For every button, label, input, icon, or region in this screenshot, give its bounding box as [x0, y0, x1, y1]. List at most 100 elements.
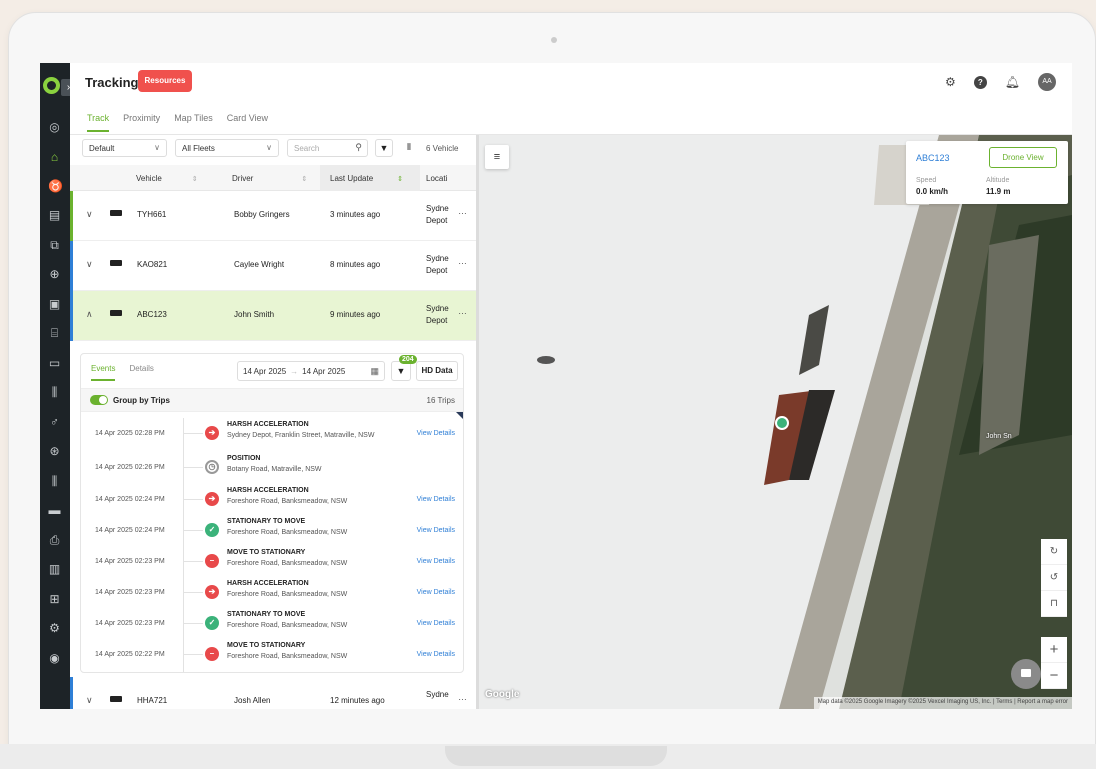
integrations-icon[interactable]: ⚙: [48, 622, 61, 635]
truck-icon: [110, 210, 122, 216]
vehicle-panel: Default ∨ All Fleets ∨ Search ⚲ ▼ ⦀ 6 Ve…: [70, 135, 476, 709]
columns-icon[interactable]: ⦀: [400, 139, 418, 157]
id-card-icon[interactable]: ▭: [48, 357, 61, 370]
reports-icon[interactable]: ▤: [48, 209, 61, 222]
documents-icon[interactable]: ▣: [48, 298, 61, 311]
tab-track[interactable]: Track: [87, 113, 110, 132]
view-details-link[interactable]: View Details: [417, 430, 455, 437]
resources-button[interactable]: Resources: [138, 70, 192, 92]
settings-icon[interactable]: ◉: [48, 652, 61, 665]
tab-map-tiles[interactable]: Map Tiles: [174, 113, 213, 132]
steering-icon[interactable]: ⊛: [48, 445, 61, 458]
search-zoom-icon[interactable]: ⊕: [48, 268, 61, 281]
vehicle-name: KAO821: [137, 260, 168, 269]
more-icon[interactable]: …: [458, 306, 467, 316]
filter-button[interactable]: ▼: [375, 139, 393, 157]
more-icon[interactable]: …: [458, 692, 467, 702]
column-driver[interactable]: Driver ⇕: [232, 174, 307, 183]
fleet-select[interactable]: All Fleets ∨: [175, 139, 279, 157]
view-details-link[interactable]: View Details: [417, 496, 455, 503]
hd-data-button[interactable]: HD Data: [416, 361, 458, 381]
messages-icon[interactable]: ⧉: [48, 239, 61, 252]
column-vehicle[interactable]: Vehicle ⇕: [136, 174, 198, 183]
dashboard-icon[interactable]: ◎: [48, 121, 61, 134]
move-icon: ✓: [205, 523, 219, 537]
tab-events[interactable]: Events: [91, 364, 116, 381]
event-address: Foreshore Road, Banksmeadow, NSW: [227, 498, 348, 505]
map-menu-button[interactable]: ≡: [485, 145, 509, 169]
printer-icon[interactable]: ⎙: [48, 534, 61, 547]
view-details-link[interactable]: View Details: [417, 620, 455, 627]
zoom-out-button[interactable]: −: [1041, 663, 1067, 689]
timeline-tick: [183, 433, 203, 434]
help-icon[interactable]: ?: [973, 75, 987, 89]
view-details-link[interactable]: View Details: [417, 589, 455, 596]
vehicle-id-link[interactable]: ABC123: [916, 153, 950, 163]
calculator-icon[interactable]: ⊞: [48, 593, 61, 606]
group-by-trips-toggle[interactable]: [90, 395, 108, 405]
rotate-right-icon[interactable]: ↻: [1041, 539, 1067, 565]
view-details-link[interactable]: View Details: [417, 651, 455, 658]
laptop-notch: [445, 746, 667, 766]
tab-card-view[interactable]: Card View: [227, 113, 268, 132]
events-filter-button[interactable]: ▼: [391, 361, 411, 381]
devices-icon[interactable]: ▬: [48, 504, 61, 517]
view-select[interactable]: Default ∨: [82, 139, 167, 157]
table-row[interactable]: ∨ TYH661 Bobby Gringers 3 minutes ago Sy…: [70, 191, 476, 241]
vehicle-name: ABC123: [137, 310, 167, 319]
satellite-map[interactable]: John Sn ≡ ABC123 Drone View Speed 0.0 km…: [479, 135, 1072, 709]
table-header: Vehicle ⇕ Driver ⇕ Last Update ⇕ Locati: [70, 165, 476, 191]
more-icon[interactable]: …: [458, 206, 467, 216]
chat-button[interactable]: [1011, 659, 1041, 689]
table-row[interactable]: ∨ KAO821 Caylee Wright 8 minutes ago Syd…: [70, 241, 476, 291]
search-input[interactable]: Search ⚲: [287, 139, 368, 157]
chevron-down-icon: ∨: [266, 143, 272, 152]
vehicle-name: TYH661: [137, 210, 167, 219]
vehicles-icon[interactable]: ⌸: [48, 327, 61, 340]
chevron-down-icon[interactable]: ∨: [86, 209, 93, 220]
tab-details[interactable]: Details: [129, 364, 153, 381]
tracking-icon[interactable]: ⌂: [48, 151, 61, 164]
map-attribution[interactable]: Map data ©2025 Google Imagery ©2025 Vexc…: [813, 697, 1072, 709]
timeline-tick: [183, 623, 203, 624]
app-logo[interactable]: [43, 77, 60, 94]
event-item: 14 Apr 2025 02:24 PM ➔ HARSH ACCELERATIO…: [81, 484, 463, 515]
chevron-down-icon[interactable]: ∨: [86, 259, 93, 270]
tilt-view-icon[interactable]: ⊓: [1041, 591, 1067, 617]
drone-view-button[interactable]: Drone View: [989, 147, 1057, 168]
more-icon[interactable]: …: [458, 256, 467, 266]
library-icon[interactable]: ⫼: [48, 386, 61, 399]
view-details-link[interactable]: View Details: [417, 527, 455, 534]
altitude-value: 11.9 m: [986, 187, 1011, 196]
event-item: 14 Apr 2025 02:23 PM – MOVE TO STATIONAR…: [81, 546, 463, 577]
column-location[interactable]: Locati: [426, 174, 447, 183]
sort-icon: ⇕: [191, 176, 198, 183]
drivers-icon[interactable]: ♂: [48, 416, 61, 429]
table-row[interactable]: ∨ HHA721 Josh Allen 12 minutes ago Sydne…: [70, 677, 476, 709]
table-row-selected[interactable]: ∧ ABC123 John Smith 9 minutes ago Sydne D…: [70, 291, 476, 341]
date-range-picker[interactable]: 14 Apr 2025 → 14 Apr 2025 ▦: [237, 361, 385, 381]
tab-proximity[interactable]: Proximity: [123, 113, 160, 132]
trips-count: 16 Trips: [426, 396, 455, 405]
archive-icon[interactable]: ⫼: [48, 475, 61, 488]
column-vehicle-label: Vehicle: [136, 174, 162, 183]
chevron-down-icon[interactable]: ∨: [86, 695, 93, 706]
integrations-header-icon[interactable]: ⚙: [945, 75, 956, 89]
zoom-in-button[interactable]: +: [1041, 637, 1067, 663]
bell-icon[interactable]: 🔔︎: [1005, 75, 1020, 89]
location-line: Sydne: [426, 690, 449, 699]
event-title: HARSH ACCELERATION: [227, 580, 309, 587]
location: Sydne Depot: [426, 253, 449, 277]
jobs-icon[interactable]: ▥: [48, 563, 61, 576]
avatar[interactable]: AA: [1038, 73, 1056, 91]
clock-icon: ◷: [205, 460, 219, 474]
rotate-left-icon[interactable]: ↺: [1041, 565, 1067, 591]
column-last-update[interactable]: Last Update ⇕: [330, 174, 403, 183]
chevron-up-icon[interactable]: ∧: [86, 309, 93, 320]
vehicle-marker[interactable]: [775, 416, 789, 430]
alerts-icon[interactable]: ♉: [48, 180, 63, 193]
view-details-link[interactable]: View Details: [417, 558, 455, 565]
location-line: Depot: [426, 216, 448, 225]
status-bar: [70, 677, 73, 709]
location: Sydne Depot: [426, 303, 449, 327]
